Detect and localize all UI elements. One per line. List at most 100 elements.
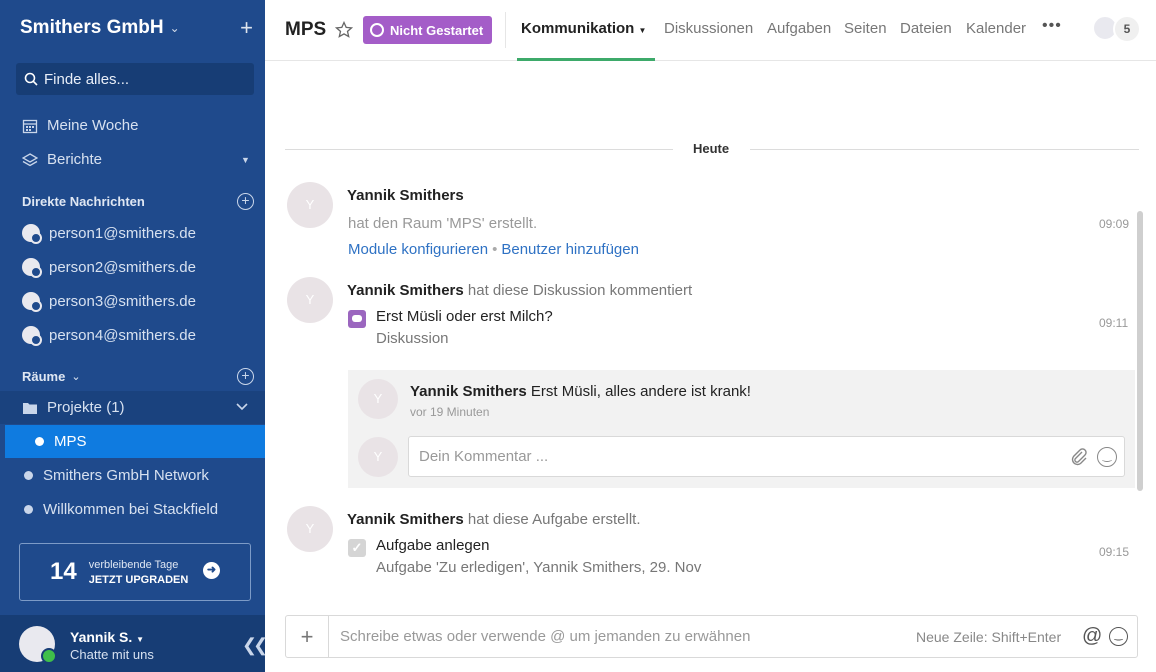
dm-label: person1@smithers.de (49, 224, 196, 242)
workspace-name: Smithers GmbH (20, 17, 164, 38)
upgrade-banner[interactable]: 14 verbleibende Tage JETZT UPGRADEN ➜ (19, 543, 251, 601)
message-author: Yannik Smithers hat diese Aufgabe erstel… (347, 511, 641, 528)
calendar-icon (22, 119, 38, 133)
user-name[interactable]: Yannik S. ▼ (70, 629, 144, 645)
dm-label: person2@smithers.de (49, 258, 196, 276)
tab-kommunikation[interactable]: Kommunikation ▼ (521, 20, 646, 37)
room-dot (35, 437, 44, 446)
comment-author[interactable]: Yannik Smithers (410, 383, 527, 400)
remaining-days: 14 (50, 558, 77, 585)
caret-down-icon: ▼ (638, 26, 647, 35)
search-input[interactable] (44, 70, 244, 88)
search-box[interactable] (16, 63, 254, 95)
page-title: MPS (285, 19, 327, 40)
room-group-projekte[interactable]: Projekte (1) (0, 391, 265, 424)
comment-thread: Y Yannik Smithers Erst Müsli, alles ande… (348, 370, 1135, 488)
workspace-switcher[interactable]: Smithers GmbH ⌄ (20, 17, 180, 39)
divider (750, 149, 1139, 150)
tab-aufgaben[interactable]: Aufgaben (767, 20, 831, 37)
task-title[interactable]: Aufgabe anlegen (376, 537, 489, 554)
dm-item[interactable]: person3@smithers.de (22, 292, 196, 312)
tab-seiten[interactable]: Seiten (844, 20, 887, 37)
chevron-down-icon: ⌄ (71, 371, 81, 383)
app: Smithers GmbH ⌄ + Meine Woche Berichte ▼… (0, 0, 1156, 672)
comment-input[interactable] (419, 448, 1039, 465)
rooms-heading[interactable]: Räume ⌄ (22, 369, 81, 384)
message-author[interactable]: Yannik Smithers (347, 187, 464, 204)
add-direct-message-button[interactable]: + (237, 193, 254, 210)
add-icon[interactable]: + (240, 17, 253, 39)
arrow-right-icon: ➜ (203, 562, 220, 579)
room-label: Willkommen bei Stackfield (43, 501, 219, 518)
comment-time: vor 19 Minuten (410, 405, 490, 419)
discussion-title[interactable]: Erst Müsli oder erst Milch? (376, 308, 553, 325)
message-composer: + Neue Zeile: Shift+Enter @ ‿ (285, 615, 1138, 658)
avatar[interactable]: Y (287, 277, 333, 323)
folder-icon (23, 402, 37, 414)
avatar (22, 326, 42, 346)
message-input[interactable] (340, 628, 880, 645)
mention-icon[interactable]: @ (1082, 625, 1102, 648)
dm-item[interactable]: person4@smithers.de (22, 326, 196, 346)
comment-text: Erst Müsli, alles andere ist krank! (530, 383, 751, 400)
nav-label: Meine Woche (47, 117, 139, 134)
add-room-button[interactable]: + (237, 368, 254, 385)
room-label: Smithers GmbH Network (43, 467, 209, 484)
room-dot (24, 505, 33, 514)
message-links: Module konfigurieren • Benutzer hinzufügen (348, 241, 639, 258)
member-count[interactable]: 5 (1113, 15, 1141, 43)
room-item-active[interactable]: MPS (5, 425, 265, 458)
avatar (22, 258, 42, 278)
caret-down-icon: ▼ (241, 154, 250, 165)
nav-item-meine-woche[interactable]: Meine Woche (22, 117, 138, 134)
emoji-icon[interactable]: ‿ (1097, 447, 1117, 467)
avatar[interactable]: Y (358, 379, 398, 419)
author-name[interactable]: Yannik Smithers (347, 282, 464, 299)
more-icon[interactable]: ••• (1042, 17, 1062, 35)
room-group-label: Projekte (1) (47, 399, 125, 416)
emoji-icon[interactable]: ‿ (1109, 627, 1128, 646)
day-separator: Heute (693, 141, 730, 156)
message-feed: Heute Y Yannik Smithers hat den Raum 'MP… (265, 61, 1156, 672)
discussion-icon (348, 310, 366, 328)
scrollbar[interactable] (1137, 211, 1143, 491)
author-name[interactable]: Yannik Smithers (347, 511, 464, 528)
message-action: hat diese Diskussion kommentiert (467, 282, 693, 299)
tab-kalender[interactable]: Kalender (966, 20, 1026, 37)
status-badge[interactable]: Nicht Gestartet (363, 16, 493, 44)
status-label: Nicht Gestartet (390, 22, 484, 38)
avatar[interactable]: Y (287, 506, 333, 552)
collapse-sidebar-icon[interactable]: ❮❮ (242, 635, 268, 656)
avatar[interactable]: Y (287, 182, 333, 228)
task-checkbox-icon[interactable]: ✓ (348, 539, 366, 557)
link-separator: • (492, 241, 498, 258)
section-label: Direkte Nachrichten (22, 194, 145, 209)
star-icon[interactable] (335, 21, 353, 39)
room-dot (24, 471, 33, 480)
add-users-link[interactable]: Benutzer hinzufügen (501, 241, 639, 258)
user-name-text: Yannik S. (70, 629, 133, 645)
tab-dateien[interactable]: Dateien (900, 20, 952, 37)
dm-item[interactable]: person2@smithers.de (22, 258, 196, 278)
upgrade-text: verbleibende Tage JETZT UPGRADEN (89, 559, 189, 586)
avatar[interactable] (19, 626, 57, 664)
divider (285, 149, 673, 150)
attachment-icon[interactable] (1069, 447, 1089, 467)
tab-diskussionen[interactable]: Diskussionen (664, 20, 753, 37)
dm-item[interactable]: person1@smithers.de (22, 224, 196, 244)
user-status: Chatte mit uns (70, 647, 154, 662)
configure-modules-link[interactable]: Module konfigurieren (348, 241, 488, 258)
message-action: hat diese Aufgabe erstellt. (467, 511, 641, 528)
message-time: 09:11 (1099, 316, 1129, 330)
room-header: MPS Nicht Gestartet Kommunikation ▼ Disk… (265, 0, 1156, 61)
add-attachment-button[interactable]: + (286, 616, 329, 657)
avatar (22, 292, 42, 312)
room-item[interactable]: Smithers GmbH Network (24, 467, 209, 484)
message-author: Yannik Smithers hat diese Diskussion kom… (347, 282, 692, 299)
comment: Yannik Smithers Erst Müsli, alles andere… (410, 383, 751, 400)
comment-field[interactable]: ‿ (408, 436, 1125, 477)
room-item[interactable]: Willkommen bei Stackfield (24, 501, 218, 518)
upgrade-cta: JETZT UPGRADEN (88, 573, 189, 586)
user-bar[interactable]: Yannik S. ▼ Chatte mit uns ❮❮ (0, 615, 268, 672)
nav-item-berichte[interactable]: Berichte ▼ (22, 151, 262, 168)
